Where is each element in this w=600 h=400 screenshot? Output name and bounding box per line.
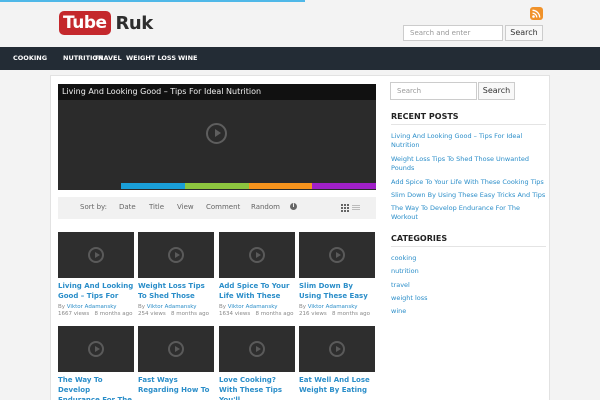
- play-icon[interactable]: [88, 341, 104, 357]
- play-icon[interactable]: [168, 341, 184, 357]
- sidebar-search-input[interactable]: Search: [390, 82, 477, 100]
- color-bar-blue: [121, 183, 185, 189]
- sort-label: Sort by:: [80, 203, 108, 211]
- sort-random[interactable]: Random: [251, 203, 280, 211]
- recent-post-link[interactable]: Living And Looking Good – Tips For Ideal…: [391, 132, 546, 150]
- recent-post-link[interactable]: Add Spice To Your Life With These Cookin…: [391, 178, 546, 187]
- recent-post-link[interactable]: Weight Loss Tips To Shed Those Unwanted …: [391, 155, 546, 173]
- player-title[interactable]: Living And Looking Good – Tips For Ideal…: [58, 84, 376, 100]
- category-link-travel[interactable]: travel: [391, 281, 546, 290]
- video-title[interactable]: Eat Well And Lose Weight By Eating: [299, 375, 375, 400]
- nav-item-weight-loss[interactable]: WEIGHT LOSS: [126, 47, 176, 70]
- video-meta: 1634 views 8 months ago: [219, 311, 294, 317]
- main-nav: COOKING NUTRITION TRAVEL WEIGHT LOSS WIN…: [0, 47, 600, 70]
- header-search-input[interactable]: Search and enter: [403, 25, 503, 41]
- play-icon[interactable]: [249, 341, 265, 357]
- play-icon[interactable]: [329, 341, 345, 357]
- nav-item-travel[interactable]: TRAVEL: [94, 47, 122, 70]
- color-bar-orange: [249, 183, 312, 189]
- nav-item-wine[interactable]: WINE: [178, 47, 197, 70]
- play-icon[interactable]: [88, 247, 104, 263]
- recent-posts-heading: RECENT POSTS: [391, 112, 459, 121]
- video-meta: 254 views 8 months ago: [138, 311, 209, 317]
- rss-icon[interactable]: [530, 7, 543, 20]
- video-title[interactable]: Fast Ways Regarding How To: [138, 375, 214, 400]
- play-icon[interactable]: [168, 247, 184, 263]
- sort-date[interactable]: Date: [119, 203, 136, 211]
- sidebar-search-button[interactable]: Search: [478, 82, 515, 100]
- play-icon[interactable]: [329, 247, 345, 263]
- video-title[interactable]: Weight Loss Tips To Shed Those Unwanted …: [138, 281, 214, 301]
- category-link-weight-loss[interactable]: weight loss: [391, 294, 546, 303]
- divider: [391, 246, 546, 247]
- categories-heading: CATEGORIES: [391, 234, 448, 243]
- divider: [391, 124, 546, 125]
- sort-comment[interactable]: Comment: [206, 203, 240, 211]
- play-icon[interactable]: [206, 123, 227, 144]
- video-title[interactable]: Slim Down By Using These Easy Tricks And…: [299, 281, 375, 301]
- color-bar-purple: [312, 183, 376, 189]
- top-accent-line: [0, 0, 305, 2]
- play-icon[interactable]: [249, 247, 265, 263]
- logo-ruk-text: Ruk: [115, 12, 154, 34]
- info-icon[interactable]: i: [290, 203, 297, 210]
- sort-view[interactable]: View: [177, 203, 194, 211]
- header-search-button[interactable]: Search: [505, 25, 543, 41]
- video-title[interactable]: Add Spice To Your Life With These Cookin…: [219, 281, 295, 301]
- color-bar-green: [185, 183, 249, 189]
- video-title[interactable]: Love Cooking? With These Tips You'll: [219, 375, 295, 400]
- category-link-wine[interactable]: wine: [391, 307, 546, 316]
- list-view-icon[interactable]: [352, 205, 360, 211]
- nav-item-cooking[interactable]: COOKING: [13, 47, 47, 70]
- recent-post-link[interactable]: The Way To Develop Endurance For The Wor…: [391, 204, 546, 222]
- video-meta: 1667 views 8 months ago: [58, 311, 133, 317]
- recent-post-link[interactable]: Slim Down By Using These Easy Tricks And…: [391, 191, 546, 200]
- logo-tube-text: Tube: [59, 11, 111, 35]
- video-title[interactable]: Living And Looking Good – Tips For Ideal…: [58, 281, 134, 301]
- video-meta: 216 views 8 months ago: [299, 311, 370, 317]
- category-link-cooking[interactable]: cooking: [391, 254, 546, 263]
- category-link-nutrition[interactable]: nutrition: [391, 267, 546, 276]
- sort-title[interactable]: Title: [149, 203, 164, 211]
- video-title[interactable]: The Way To Develop Endurance For The Wor…: [58, 375, 134, 400]
- site-logo[interactable]: Tube Ruk: [59, 10, 153, 36]
- grid-view-icon[interactable]: [341, 204, 349, 212]
